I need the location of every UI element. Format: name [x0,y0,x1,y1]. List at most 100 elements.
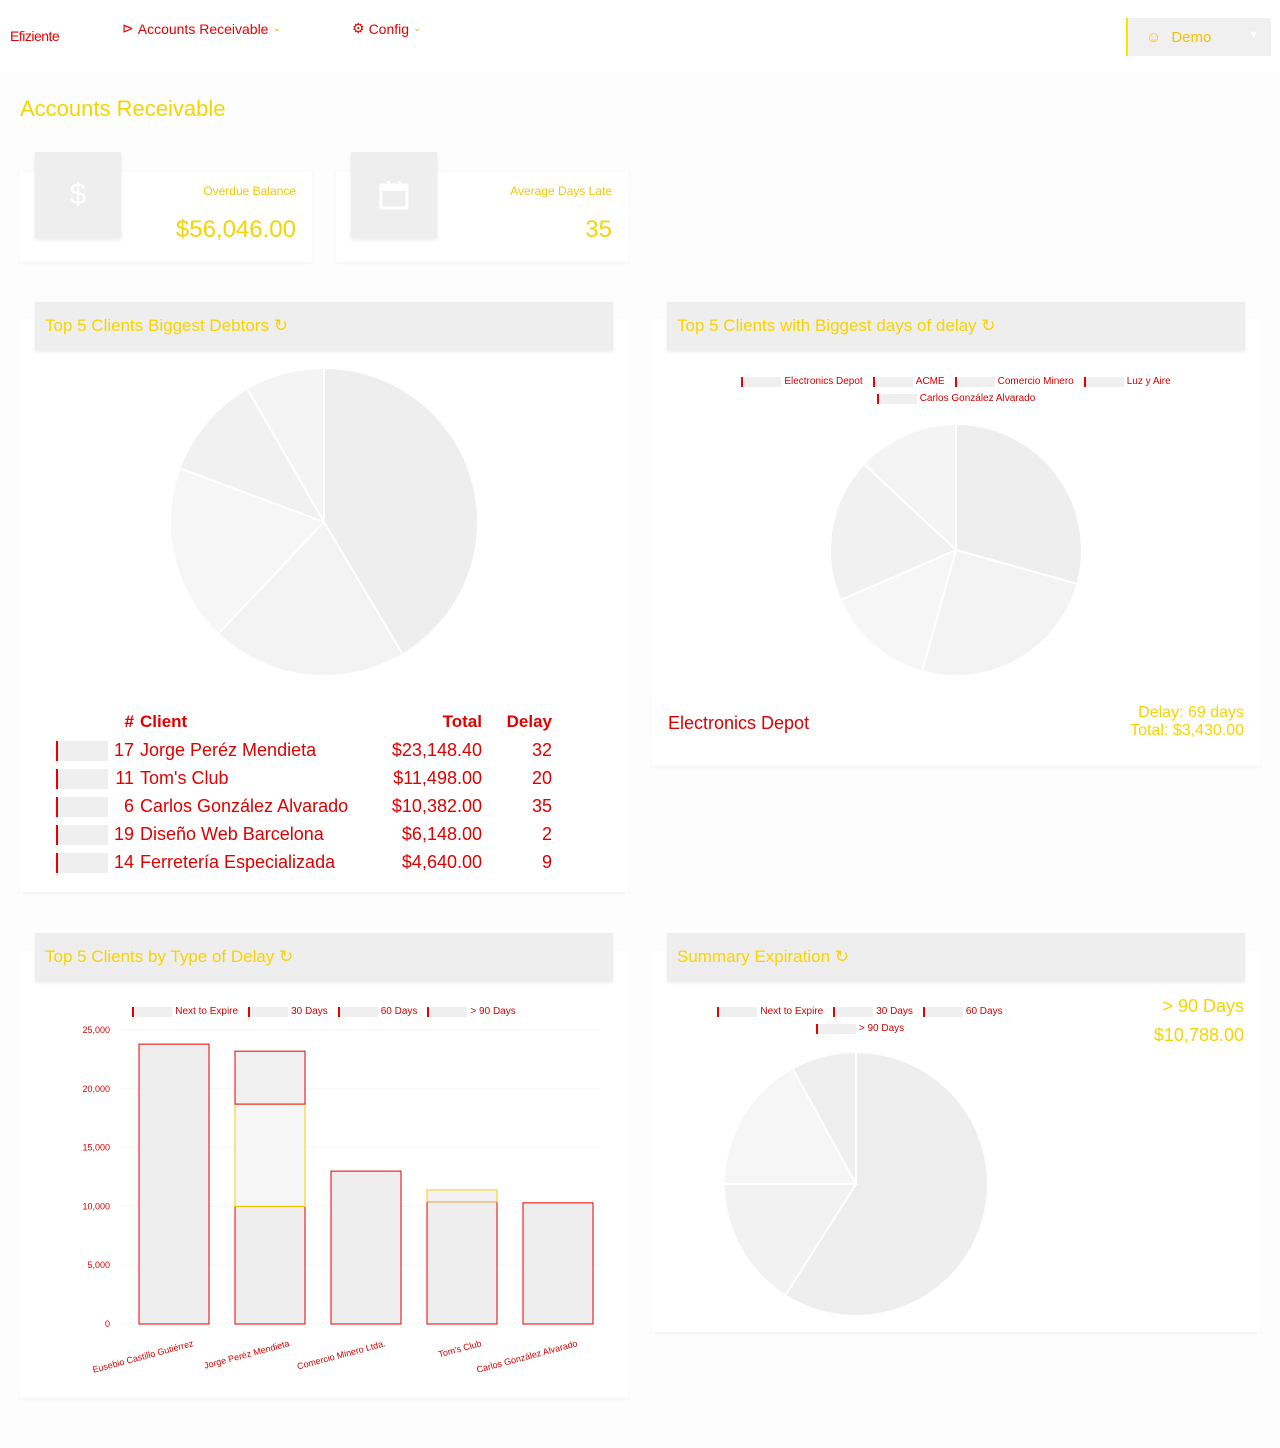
card-header: Top 5 Clients by Type of Delay ↻ [35,933,613,981]
legend-swatch [1083,376,1124,387]
cell-delay: 32 [531,739,552,760]
column-num: # [124,712,134,731]
table-row[interactable]: 14 Ferretería Especializada $4,640.00 9 [56,848,552,876]
legend-item[interactable]: Carlos González Alvarado [876,393,1036,404]
bar-segment[interactable] [234,1050,306,1105]
legend-item[interactable]: 30 Days [248,1006,328,1017]
summary-selected-label: > 90 Days [1162,996,1244,1016]
legend-label: 60 Days [380,1006,418,1017]
selected-client: Electronics Depot [668,713,810,733]
nav-accounts-receivable[interactable]: ⊳ Accounts Receivable ⌄ [122,20,281,37]
cell-total: $6,148.00 [401,823,482,844]
selected-client-details: Delay: 69 days Total: $3,430.00 [1130,704,1244,740]
legend-swatch [717,1006,758,1017]
bar-segment[interactable] [138,1043,210,1325]
top-navbar: Efiziente ⊳ Accounts Receivable ⌄ ⚙ Conf… [0,0,1280,72]
cell-client: Tom's Club [140,767,229,788]
refresh-icon[interactable]: ↻ [274,316,288,335]
kpi-average-days-late: Average Days Late 35 [336,152,628,262]
summary-legend: Next to Expire 30 Days 60 Days > 90 Days [670,1006,1050,1034]
legend-swatch [248,1006,289,1017]
cell-num: 19 [113,823,134,844]
y-tick-label: 10,000 [82,1201,110,1211]
legend-label: Next to Expire [760,1006,824,1017]
legend-item[interactable]: Next to Expire [717,1006,823,1017]
cell-total: $4,640.00 [401,851,482,872]
table-row[interactable]: 6 Carlos González Alvarado $10,382.00 35 [56,792,552,820]
folder-icon: ⊳ [122,20,134,36]
brand-logo[interactable]: Efiziente [10,28,60,44]
calendar-icon [351,152,437,238]
legend-label: Comercio Minero [997,376,1074,387]
card-title: Top 5 Clients by Type of Delay [45,947,275,966]
legend-item[interactable]: > 90 Days [427,1006,516,1017]
x-tick-label: Comercio Minero Ltda. [296,1338,387,1371]
x-tick-label: Carlos González Alvarado [475,1338,578,1375]
swatch [56,736,108,764]
refresh-icon[interactable]: ↻ [279,947,293,966]
table-row[interactable]: 17 Jorge Peréz Mendieta $23,148.40 32 [56,736,552,764]
card-title: Summary Expiration [677,947,831,966]
cell-num: 17 [113,739,134,760]
legend-item[interactable]: Next to Expire [132,1006,238,1017]
legend-label: Carlos González Alvarado [919,393,1036,404]
swatch [56,764,108,792]
card-header: Top 5 Clients with Biggest days of delay… [667,302,1245,350]
legend-swatch [337,1006,378,1017]
cell-client: Carlos González Alvarado [140,795,349,816]
legend-swatch [815,1023,856,1034]
refresh-icon[interactable]: ↻ [835,947,849,966]
x-tick-label: Tom's Club [437,1338,482,1359]
legend-item[interactable]: Luz y Aire [1083,376,1171,387]
cell-delay: 2 [541,823,552,844]
legend-swatch [56,796,108,817]
legend-label: ACME [915,376,945,387]
cell-num: 14 [113,851,134,872]
refresh-icon[interactable]: ↻ [981,316,995,335]
legend-swatch [427,1006,468,1017]
legend-swatch [922,1006,963,1017]
summary-pie-chart [722,1050,989,1317]
bar-segment[interactable] [234,1103,306,1207]
legend-item[interactable]: 60 Days [922,1006,1003,1017]
bar-segment[interactable] [426,1201,498,1325]
selected-total: Total: $3,430.00 [1130,722,1244,739]
legend-item[interactable]: Electronics Depot [741,376,863,387]
legend-label: > 90 Days [470,1006,516,1017]
cell-delay: 9 [541,851,552,872]
legend-item[interactable]: ACME [872,376,945,387]
legend-swatch [954,376,995,387]
cell-client: Ferretería Especializada [140,851,336,872]
legend-label: 60 Days [965,1006,1003,1017]
user-menu-button[interactable]: ☺ Demo ▼ [1126,18,1271,56]
legend-swatch [132,1006,173,1017]
bar-segment[interactable] [522,1202,594,1325]
legend-label: 30 Days [291,1006,328,1017]
legend-item[interactable]: Comercio Minero [954,376,1074,387]
column-total: Total [442,712,482,731]
legend-label: 30 Days [876,1006,913,1017]
legend-swatch [876,393,917,404]
legend-item[interactable]: 30 Days [833,1006,913,1017]
cell-num: 6 [123,795,134,816]
nav-config[interactable]: ⚙ Config ⌄ [352,20,421,37]
column-client: Client [140,712,188,731]
legend-swatch [56,824,108,845]
x-tick-label: Jorge Peréz Mendieta [203,1338,291,1370]
table-row[interactable]: 19 Diseño Web Barcelona $6,148.00 2 [56,820,552,848]
bar-segment[interactable] [426,1189,498,1203]
debtors-table: # Client Total Delay 17 Jorge Peréz Mendi… [56,708,552,876]
legend-swatch [56,740,108,761]
table-row[interactable]: 11 Tom's Club $11,498.00 20 [56,764,552,792]
y-tick-label: 20,000 [82,1084,110,1094]
card-title: Top 5 Clients with Biggest days of delay [677,316,977,335]
bar-segment[interactable] [330,1170,402,1325]
type-legend: Next to Expire 30 Days 60 Days > 90 Days [38,1006,610,1017]
legend-item[interactable]: 60 Days [337,1006,418,1017]
cell-total: $23,148.40 [391,739,482,760]
page-title: Accounts Receivable [20,96,226,121]
bar-segment[interactable] [234,1205,306,1325]
legend-item[interactable]: > 90 Days [815,1023,904,1034]
legend-label: Luz y Aire [1126,376,1171,387]
cell-delay: 20 [531,767,552,788]
